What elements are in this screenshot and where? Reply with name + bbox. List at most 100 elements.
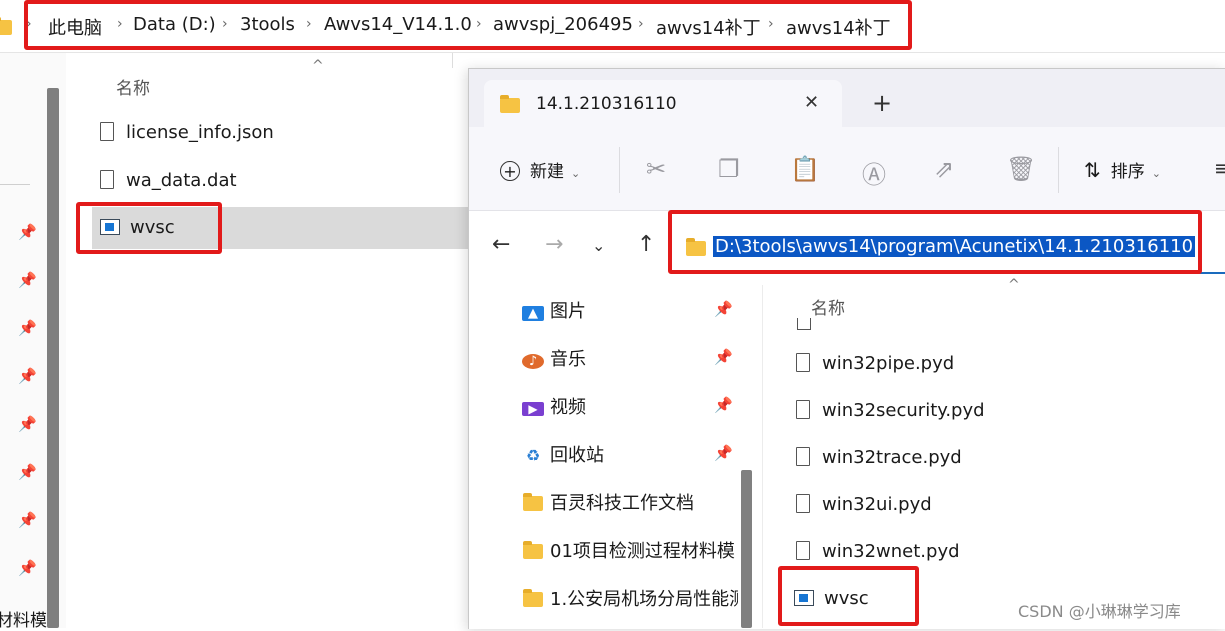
folder-icon <box>523 589 543 607</box>
file-name: win32pipe.pyd <box>822 353 955 374</box>
videos-icon: ▶ <box>522 402 544 416</box>
forward-arrow-icon[interactable]: → <box>545 232 563 257</box>
divider <box>762 285 763 628</box>
more-icon[interactable]: ≡ <box>1214 156 1225 180</box>
column-header-name[interactable]: 名称 <box>116 74 150 99</box>
file-icon <box>796 447 810 466</box>
file-name: win32wnet.pyd <box>822 541 960 562</box>
file-icon <box>796 353 810 372</box>
sort-up-icon: ^ <box>312 58 324 74</box>
divider <box>1058 147 1059 193</box>
list-item[interactable]: win32pipe.pyd <box>796 353 954 374</box>
sort-icon: ⇅ <box>1084 158 1101 182</box>
music-icon: ♪ <box>522 354 544 369</box>
file-name: win32trace.pyd <box>822 447 962 468</box>
nav-item-partial[interactable]: 材料模 <box>0 606 47 631</box>
folder-icon <box>500 95 520 113</box>
file-icon <box>796 494 810 513</box>
file-icon <box>796 541 810 560</box>
sort-up-icon: ^ <box>1008 277 1020 293</box>
list-item[interactable]: win32wnet.pyd <box>796 541 960 562</box>
scrollbar-thumb[interactable] <box>741 470 752 628</box>
list-item[interactable]: win32ui.pyd <box>796 494 932 515</box>
pin-icon: 📌 <box>18 367 37 385</box>
chevron-down-icon: ⌄ <box>1151 167 1161 180</box>
file-name: win32ui.pyd <box>822 494 932 515</box>
watermark: CSDN @小琳琳学习库 <box>1018 602 1181 621</box>
column-header-name[interactable]: 名称 <box>811 294 845 319</box>
pin-icon: 📌 <box>18 415 37 433</box>
sort-label: 排序 <box>1110 162 1145 182</box>
chevron-down-icon: ⌄ <box>571 167 581 180</box>
sidebar-item-label: 音乐 <box>550 349 586 370</box>
file-icon-partial[interactable] <box>797 318 811 330</box>
close-icon[interactable]: ✕ <box>804 92 819 113</box>
sidebar-item-label: 图片 <box>550 301 586 322</box>
folder-icon-wrap <box>522 493 544 514</box>
recycle-bin-icon: ♻ <box>525 446 541 465</box>
folder-icon-wrap <box>522 589 544 610</box>
sidebar-item-label: 1.公安局机场分局性能测 <box>550 589 738 610</box>
new-tab-button[interactable]: + <box>872 89 892 117</box>
share-icon[interactable]: ⇗ <box>934 155 954 183</box>
plus-icon: + <box>500 161 520 181</box>
pin-icon[interactable]: 📌 <box>714 444 733 462</box>
sidebar-item-music[interactable]: ♪ 音乐 <box>522 345 586 371</box>
pin-icon: 📌 <box>18 559 37 577</box>
new-label: 新建 <box>530 162 564 182</box>
sidebar-item-label: 百灵科技工作文档 <box>550 493 694 514</box>
chevron-down-icon[interactable]: ⌄ <box>592 236 605 255</box>
rename-icon[interactable]: Ⓐ <box>862 155 886 190</box>
copy-icon[interactable]: ❐ <box>718 155 740 183</box>
sidebar-item-folder-clip: 1.公安局机场分局性能测 <box>522 585 738 611</box>
sidebar-item-folder[interactable]: 01项目检测过程材料模 <box>522 537 735 563</box>
highlight-box-address <box>668 210 1202 274</box>
list-item[interactable]: license_info.json <box>100 122 274 143</box>
sidebar-item-folder[interactable]: 百灵科技工作文档 <box>522 489 694 515</box>
file-icon <box>100 122 114 141</box>
folder-icon-wrap <box>522 541 544 562</box>
sidebar-item-label: 回收站 <box>550 445 604 466</box>
sidebar-item-recycle-bin[interactable]: ♻ 回收站 <box>522 441 604 467</box>
new-button[interactable]: + 新建 ⌄ <box>500 157 580 182</box>
paste-icon[interactable]: 📋 <box>790 155 820 183</box>
sidebar-item-label: 视频 <box>550 397 586 418</box>
list-item[interactable]: win32security.pyd <box>796 400 985 421</box>
scrollbar-thumb[interactable] <box>47 88 59 628</box>
tab-title: 14.1.210316110 <box>536 94 677 114</box>
pin-icon: 📌 <box>18 463 37 481</box>
tab-active[interactable]: 14.1.210316110 ✕ <box>484 80 842 127</box>
cut-icon[interactable]: ✂ <box>646 155 666 183</box>
pin-icon[interactable]: 📌 <box>714 300 733 318</box>
sidebar-item-videos[interactable]: ▶ 视频 <box>522 393 586 419</box>
back-arrow-icon[interactable]: ← <box>492 232 510 257</box>
pin-icon: 📌 <box>18 319 37 337</box>
folder-icon <box>0 17 12 35</box>
up-arrow-icon[interactable]: ↑ <box>637 232 655 257</box>
sort-button[interactable]: ⇅ 排序 ⌄ <box>1084 157 1161 182</box>
divider <box>0 184 30 185</box>
delete-icon[interactable]: 🗑 <box>1006 155 1036 183</box>
highlight-box-wvsc <box>76 202 222 254</box>
file-name: win32security.pyd <box>822 400 985 421</box>
pin-icon[interactable]: 📌 <box>714 348 733 366</box>
pin-icon: 📌 <box>18 223 37 241</box>
sidebar-item-folder[interactable]: 1.公安局机场分局性能测 <box>522 585 738 611</box>
highlight-box-breadcrumb <box>24 0 912 50</box>
sidebar-item-pictures[interactable]: ▲ 图片 <box>522 297 586 323</box>
pictures-icon: ▲ <box>522 306 544 321</box>
pin-icon: 📌 <box>18 511 37 529</box>
file-icon <box>796 400 810 419</box>
folder-icon <box>523 541 543 559</box>
list-item[interactable]: win32trace.pyd <box>796 447 962 468</box>
folder-icon <box>523 493 543 511</box>
pin-icon[interactable]: 📌 <box>714 396 733 414</box>
file-name: license_info.json <box>126 122 274 143</box>
sidebar-item-label: 01项目检测过程材料模 <box>550 541 735 562</box>
pin-icon: 📌 <box>18 271 37 289</box>
divider <box>452 53 453 68</box>
highlight-box-wvsc <box>778 566 919 626</box>
divider <box>0 52 1225 53</box>
list-item[interactable]: wa_data.dat <box>100 170 237 191</box>
file-name: wa_data.dat <box>126 170 237 191</box>
